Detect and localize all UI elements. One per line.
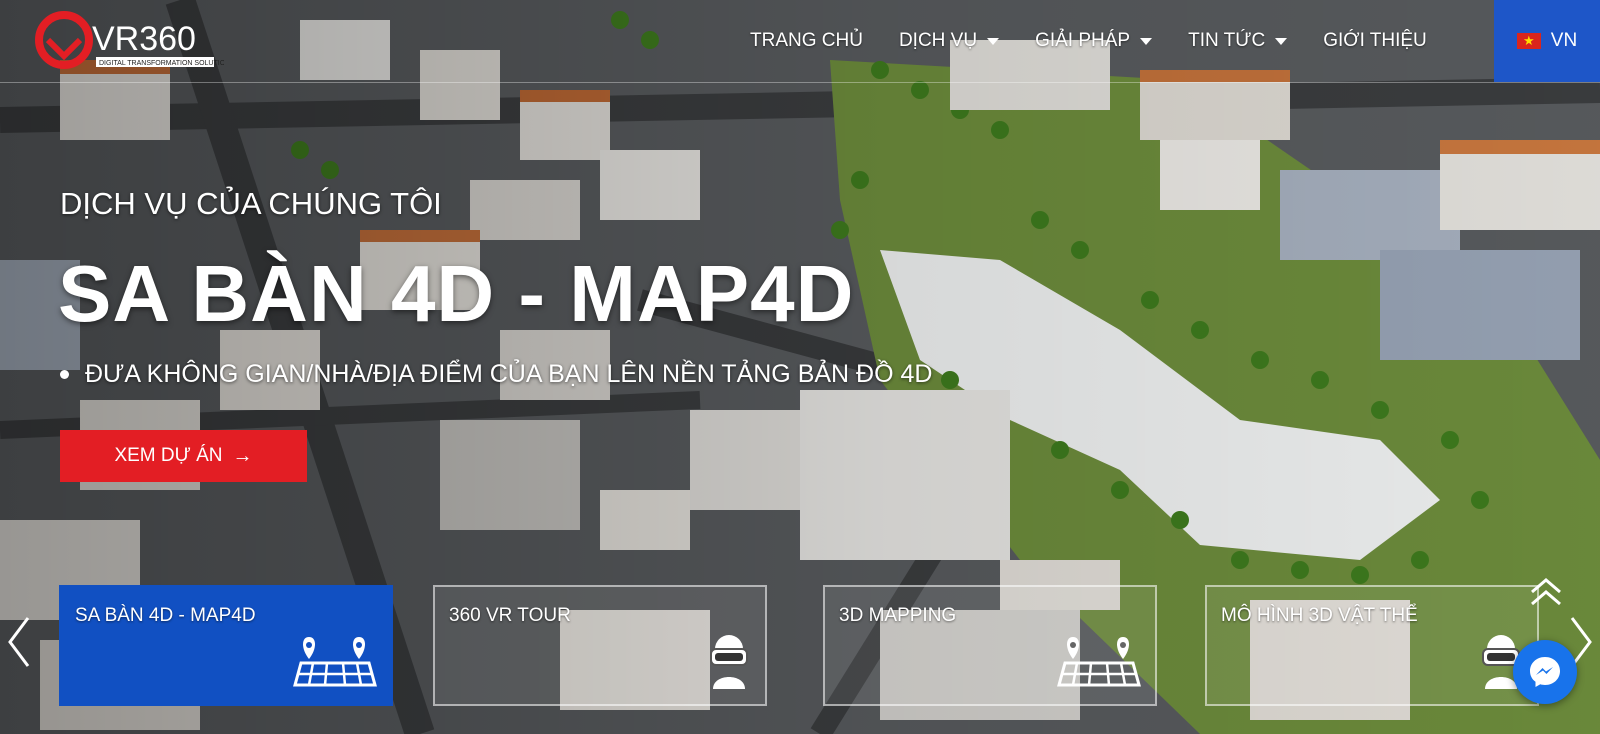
language-switcher[interactable]: ★ VN (1494, 0, 1600, 82)
top-header: VR360 DIGITAL TRANSFORMATION SOLUTIONS T… (0, 0, 1600, 83)
language-label: VN (1550, 30, 1578, 51)
nav-item-home[interactable]: TRANG CHỦ (750, 30, 863, 52)
bullet-dot-icon (60, 370, 69, 379)
caret-down-icon (1275, 37, 1288, 45)
nav-item-label: DỊCH VỤ (898, 30, 978, 51)
caret-down-icon (1140, 37, 1153, 45)
vr360-logo[interactable]: VR360 DIGITAL TRANSFORMATION SOLUTIONS (34, 10, 224, 70)
vietnam-flag-icon: ★ (1516, 33, 1541, 49)
nav-item-label: GIẢI PHÁP (1035, 30, 1131, 51)
hero-bullet: ĐƯA KHÔNG GIAN/NHÀ/ĐỊA ĐIỂM CỦA BẠN LÊN … (60, 360, 932, 389)
nav-item-label: TIN TỨC (1188, 30, 1266, 51)
card-360-vr-tour[interactable]: 360 VR TOUR (433, 585, 767, 706)
main-nav: TRANG CHỦ DỊCH VỤ GIẢI PHÁP TIN TỨC GIỚI… (750, 26, 1463, 56)
nav-item-label: GIỚI THIỆU (1323, 30, 1427, 51)
svg-text:DIGITAL TRANSFORMATION SOLUTIO: DIGITAL TRANSFORMATION SOLUTIONS (99, 60, 224, 67)
map-pins-icon (293, 637, 377, 687)
vr-headset-icon (710, 635, 748, 689)
card-label: 3D MAPPING (839, 605, 957, 626)
service-cards: SA BÀN 4D - MAP4D 360 VR TOUR 3D MAPPING (59, 585, 1539, 706)
scroll-to-top-icon[interactable] (1528, 574, 1564, 610)
messenger-chat-button[interactable] (1513, 640, 1577, 704)
caret-down-icon (987, 37, 1000, 45)
card-3d-object-model[interactable]: MÔ HÌNH 3D VẬT THỂ (1205, 585, 1539, 706)
card-label: MÔ HÌNH 3D VẬT THỂ (1221, 605, 1418, 626)
nav-item-label: TRANG CHỦ (750, 30, 863, 51)
cta-label: XEM DỰ ÁN (114, 445, 223, 466)
card-map4d[interactable]: SA BÀN 4D - MAP4D (59, 585, 393, 706)
card-3d-mapping[interactable]: 3D MAPPING (823, 585, 1157, 706)
map-pins-icon (1057, 637, 1141, 687)
view-projects-button[interactable]: XEM DỰ ÁN → (60, 430, 307, 482)
hero-bullet-text: ĐƯA KHÔNG GIAN/NHÀ/ĐỊA ĐIỂM CỦA BẠN LÊN … (85, 360, 933, 388)
arrow-right-icon: → (232, 444, 253, 467)
hero-title: SA BÀN 4D - MAP4D (58, 249, 855, 338)
card-label: 360 VR TOUR (449, 605, 571, 626)
svg-text:VR360: VR360 (92, 20, 196, 58)
slider-prev-icon[interactable] (4, 614, 34, 670)
hero-section: VR360 DIGITAL TRANSFORMATION SOLUTIONS T… (0, 0, 1600, 734)
nav-item-services[interactable]: DỊCH VỤ (898, 30, 1000, 52)
nav-item-news[interactable]: TIN TỨC (1188, 30, 1288, 52)
messenger-icon (1530, 657, 1560, 687)
hero-kicker: DỊCH VỤ CỦA CHÚNG TÔI (60, 186, 442, 221)
nav-item-about[interactable]: GIỚI THIỆU (1323, 30, 1427, 52)
nav-item-solutions[interactable]: GIẢI PHÁP (1035, 30, 1153, 52)
card-label: SA BÀN 4D - MAP4D (75, 605, 256, 626)
